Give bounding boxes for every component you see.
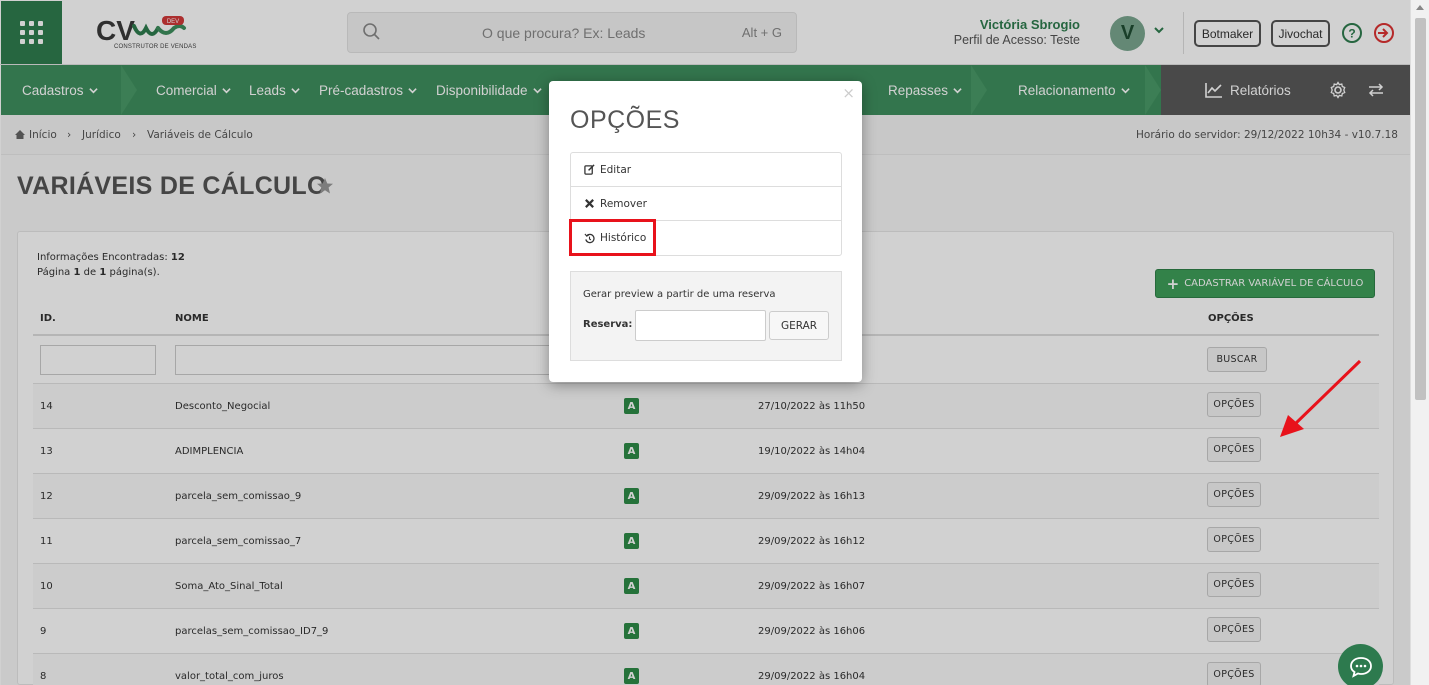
option-edit[interactable]: Editar bbox=[571, 153, 841, 187]
scrollbar-thumb[interactable] bbox=[1415, 18, 1426, 400]
page-scrollbar[interactable] bbox=[1410, 0, 1429, 685]
annotation-arrow bbox=[1280, 359, 1362, 437]
option-label: Editar bbox=[600, 163, 632, 176]
chat-icon bbox=[1349, 656, 1372, 678]
modal-title: OPÇÕES bbox=[570, 106, 680, 134]
preview-section: Gerar preview a partir de uma reserva Re… bbox=[570, 271, 842, 361]
edit-icon bbox=[584, 164, 595, 175]
close-icon bbox=[585, 199, 594, 208]
highlight-box bbox=[569, 219, 656, 256]
chat-button[interactable] bbox=[1338, 644, 1383, 685]
scroll-up-icon[interactable] bbox=[1416, 5, 1424, 10]
generate-button[interactable]: GERAR bbox=[769, 311, 829, 340]
option-label: Remover bbox=[600, 197, 647, 210]
reserva-label: Reserva: bbox=[583, 319, 633, 330]
option-remove[interactable]: Remover bbox=[571, 187, 841, 221]
close-icon[interactable]: × bbox=[842, 84, 855, 102]
reserva-input[interactable] bbox=[635, 310, 766, 341]
preview-description: Gerar preview a partir de uma reserva bbox=[583, 289, 776, 300]
